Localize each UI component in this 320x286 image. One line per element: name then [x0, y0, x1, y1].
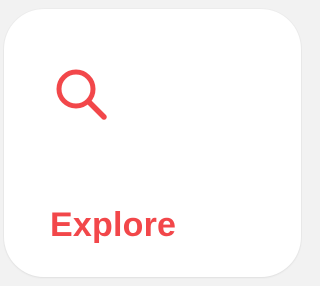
tile-label: Explore — [50, 206, 177, 244]
search-icon — [56, 69, 107, 120]
explore-tile[interactable]: Explore — [4, 9, 301, 277]
